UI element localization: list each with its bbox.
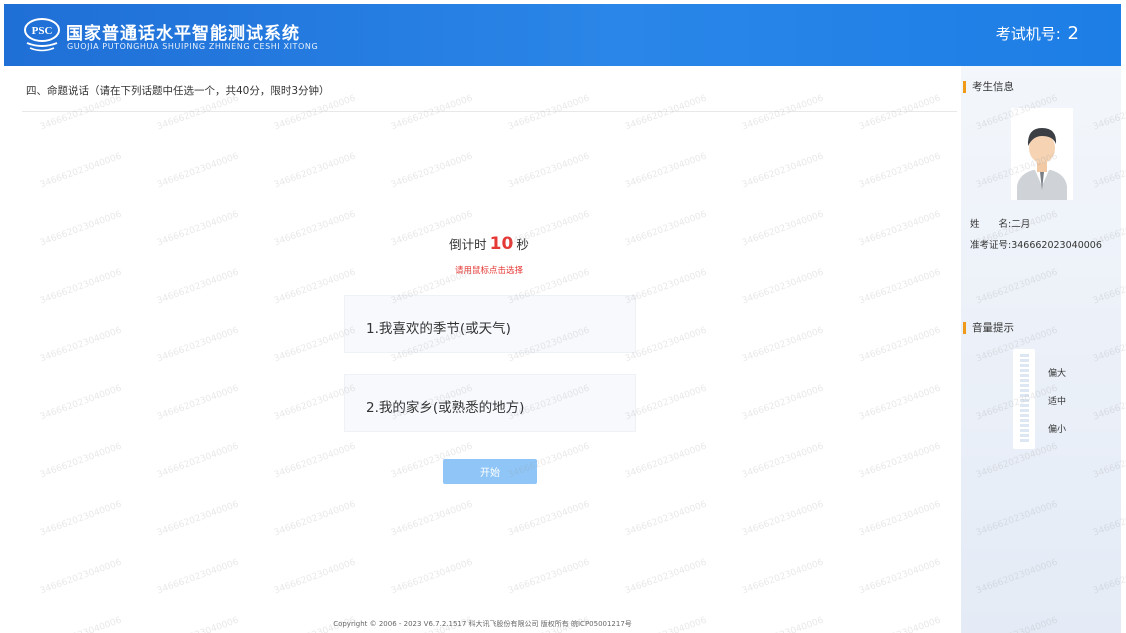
candidate-id-label: 准考证号: <box>970 240 1012 251</box>
exam-machine-label: 考试机号: <box>995 25 1061 43</box>
candidate-id-value: 346662023040006 <box>1011 240 1102 251</box>
main-panel: 四、命题说话（请在下列话题中任选一个，共40分，限时3分钟） 倒计时 10 秒 请用… <box>4 66 961 633</box>
app-header: PSC 国家普通话水平智能测试系统 GUOJIA PUTONGHUA SHUIP… <box>4 4 1121 66</box>
section-title: 四、命题说话（请在下列话题中任选一个，共40分，限时3分钟） <box>26 85 330 97</box>
exam-machine-value: 2 <box>1067 23 1079 44</box>
countdown-suffix: 秒 <box>516 237 529 252</box>
countdown-seconds: 10 <box>489 234 514 254</box>
topic-label: 1.我喜欢的季节(或天气) <box>366 321 511 337</box>
app-subtitle: GUOJIA PUTONGHUA SHUIPING ZHINENG CESHI … <box>67 42 319 51</box>
countdown-prefix: 倒计时 <box>449 237 487 252</box>
psc-logo-icon: PSC <box>22 16 62 54</box>
candidate-name-label: 姓 名: <box>970 219 1012 230</box>
copyright-footer: Copyright © 2006 - 2023 V6.7.2.1517 科大讯飞… <box>333 620 632 628</box>
volume-low-label: 偏小 <box>1048 425 1067 435</box>
candidate-info-title: 考生信息 <box>963 81 1014 93</box>
volume-title: 音量提示 <box>963 322 1014 334</box>
volume-meter-track <box>1020 354 1029 444</box>
app-title: 国家普通话水平智能测试系统 <box>66 24 300 44</box>
start-button[interactable]: 开始 <box>443 459 537 484</box>
candidate-id-row: 准考证号:346662023040006 <box>970 237 1102 251</box>
candidate-sidebar: 考生信息 姓 名:二月 准考证号:346662023040006 音量提示 偏大… <box>961 66 1121 633</box>
countdown: 倒计时 10 秒 <box>344 234 634 254</box>
exam-machine-number: 考试机号: 2 <box>996 23 1079 44</box>
volume-mid-label: 适中 <box>1048 397 1067 407</box>
candidate-name-row: 姓 名:二月 <box>970 216 1030 230</box>
section-divider <box>22 111 957 112</box>
candidate-name-value: 二月 <box>1011 219 1031 230</box>
topic-option-2[interactable]: 2.我的家乡(或熟悉的地方) <box>344 374 636 432</box>
logo-text: PSC <box>32 25 53 37</box>
volume-high-label: 偏大 <box>1048 369 1067 379</box>
candidate-avatar-icon <box>1011 108 1073 200</box>
select-hint: 请用鼠标点击选择 <box>454 266 523 276</box>
volume-meter <box>1013 349 1035 449</box>
topic-label: 2.我的家乡(或熟悉的地方) <box>366 400 525 416</box>
topic-option-1[interactable]: 1.我喜欢的季节(或天气) <box>344 295 636 353</box>
